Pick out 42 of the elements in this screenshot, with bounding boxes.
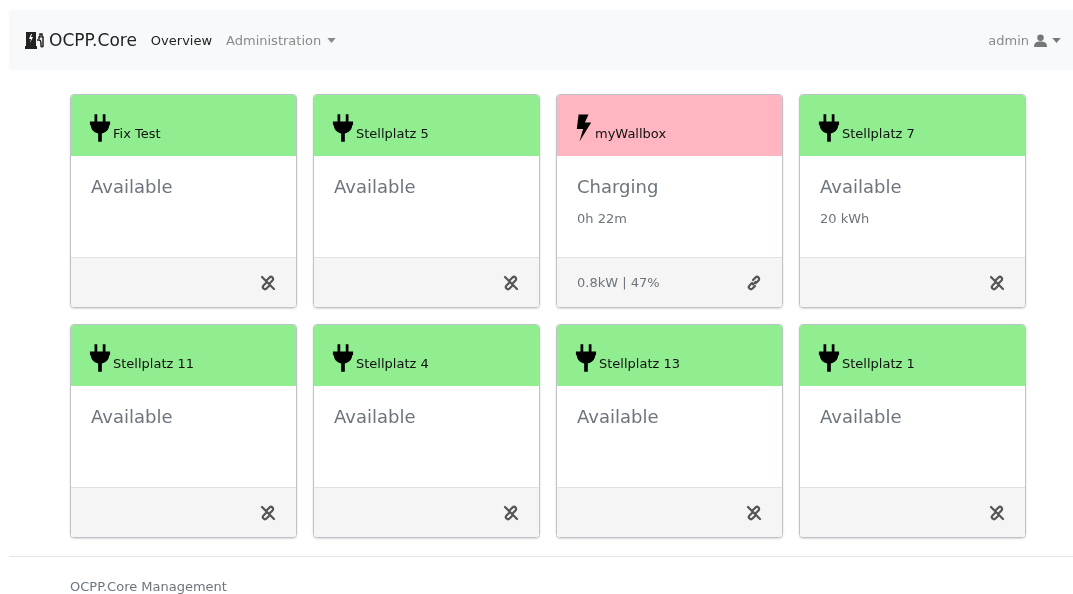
status-text: Available: [820, 406, 903, 427]
chargepoint-name: Stellplatz 5: [356, 126, 429, 141]
status-text: Available: [334, 406, 417, 427]
charger-logo-icon: [25, 31, 45, 49]
chargepoint-card[interactable]: Stellplatz 7 Available 20 kWh: [799, 94, 1026, 308]
chargepoint-card[interactable]: Stellplatz 11 Available: [70, 324, 297, 538]
status-text: Available: [334, 176, 417, 197]
caret-icon: [1052, 37, 1061, 43]
plug-icon: [818, 344, 840, 372]
status-text: Available: [91, 176, 174, 197]
status-text: Available: [91, 406, 174, 427]
chargepoint-name: Stellplatz 7: [842, 126, 915, 141]
plug-icon: [818, 114, 840, 142]
chargepoint-name: myWallbox: [595, 126, 667, 141]
chargepoint-name: Stellplatz 11: [113, 356, 194, 371]
nav-link[interactable]: Overview: [150, 32, 213, 48]
caret-icon: [327, 37, 337, 43]
lightning-icon: [575, 114, 593, 142]
power-info: 0.8kW | 47%: [577, 275, 660, 290]
chargepoint-name: Stellplatz 4: [356, 356, 429, 371]
chargepoint-card[interactable]: Stellplatz 1 Available: [799, 324, 1026, 538]
chargepoint-card[interactable]: Stellplatz 4 Available: [313, 324, 540, 538]
status-text: Available: [577, 406, 660, 427]
chargepoint-name: Stellplatz 1: [842, 356, 915, 371]
plug-icon: [575, 344, 597, 372]
plug-icon: [332, 344, 354, 372]
plug-icon: [89, 344, 111, 372]
plug-icon: [89, 114, 111, 142]
chargepoint-card[interactable]: Fix Test Available: [70, 94, 297, 308]
brand-name[interactable]: OCPP.Core: [49, 30, 137, 50]
user-icon: [1034, 33, 1047, 47]
chargepoint-name: Stellplatz 13: [599, 356, 680, 371]
status-text: Charging: [577, 176, 660, 197]
charge-detail: 0h 22m: [577, 211, 628, 226]
plug-icon: [332, 114, 354, 142]
chargepoint-name: Fix Test: [113, 126, 161, 141]
footer-text: OCPP.Core Management: [70, 579, 227, 594]
chargepoint-card[interactable]: myWallbox Charging 0h 22m 0.8kW | 47%: [556, 94, 783, 308]
chargepoint-card[interactable]: Stellplatz 13 Available: [556, 324, 783, 538]
charge-detail: 20 kWh: [820, 211, 871, 226]
chargepoint-card[interactable]: Stellplatz 5 Available: [313, 94, 540, 308]
status-text: Available: [820, 176, 903, 197]
